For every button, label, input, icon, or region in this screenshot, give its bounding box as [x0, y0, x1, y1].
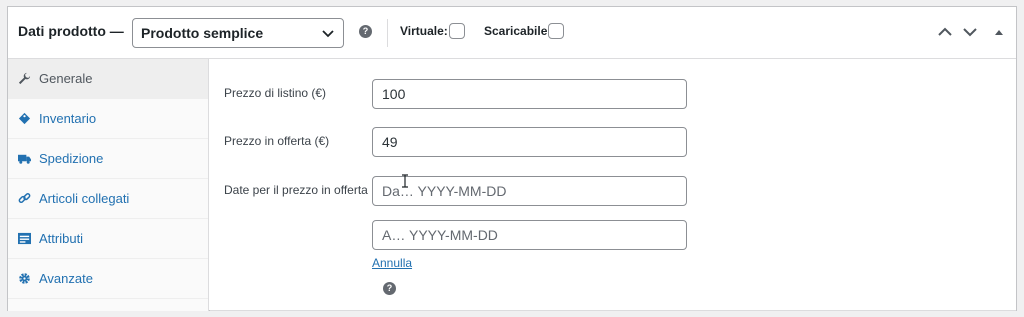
panel-title: Dati prodotto — [18, 23, 124, 39]
downloadable-label: Scaricabile: [484, 24, 552, 38]
downloadable-checkbox[interactable] [548, 23, 564, 39]
text-cursor-icon [402, 174, 408, 188]
link-icon [18, 193, 31, 204]
sale-price-input[interactable]: 49 [372, 127, 687, 157]
tab-label: Spedizione [39, 151, 104, 166]
product-type-value: Prodotto semplice [141, 25, 264, 41]
general-panel: Prezzo di listino (€) 100 Prezzo in offe… [210, 59, 1016, 311]
help-icon[interactable]: ? [383, 282, 396, 295]
regular-price-label: Prezzo di listino (€) [224, 86, 327, 100]
chevron-down-icon [322, 30, 334, 38]
tab-linked-products[interactable]: Articoli collegati [8, 179, 208, 219]
collapse-toggle-icon[interactable] [993, 24, 1005, 40]
tab-label: Generale [39, 71, 93, 86]
wrench-icon [18, 72, 31, 85]
move-up-icon[interactable] [936, 24, 954, 40]
cancel-schedule-link[interactable]: Annulla [372, 256, 412, 270]
sale-date-from-input[interactable]: Da… YYYY-MM-DD [372, 176, 687, 206]
header-divider [387, 19, 388, 47]
tab-label: Attributi [39, 231, 84, 246]
product-data-panel: Dati prodotto — Prodotto semplice ? Virt… [7, 6, 1017, 311]
truck-icon [18, 154, 31, 164]
sale-price-label: Prezzo in offerta (€) [224, 134, 330, 148]
sale-date-to-input[interactable]: A… YYYY-MM-DD [372, 220, 687, 250]
tab-general[interactable]: Generale [8, 59, 208, 99]
move-down-icon[interactable] [961, 24, 979, 40]
tab-inventory[interactable]: Inventario [8, 99, 208, 139]
virtual-label: Virtuale: [400, 24, 448, 38]
tab-attributes[interactable]: Attributi [8, 219, 208, 259]
gear-icon [19, 273, 30, 284]
tab-label: Inventario [39, 111, 97, 126]
regular-price-input[interactable]: 100 [372, 79, 687, 109]
list-icon [18, 232, 31, 245]
panel-header: Dati prodotto — Prodotto semplice ? Virt… [8, 7, 1016, 59]
sale-dates-label: Date per il prezzo in offerta [224, 183, 368, 197]
tag-icon [18, 112, 31, 125]
product-type-select[interactable]: Prodotto semplice [132, 18, 344, 48]
product-data-tabs: Generale Inventario Spedizione Articoli … [8, 59, 209, 311]
tab-label: Avanzate [39, 271, 93, 286]
tab-label: Articoli collegati [39, 191, 130, 206]
help-icon[interactable]: ? [359, 25, 372, 38]
tab-shipping[interactable]: Spedizione [8, 139, 208, 179]
tab-advanced[interactable]: Avanzate [8, 259, 208, 299]
virtual-checkbox[interactable] [449, 23, 465, 39]
